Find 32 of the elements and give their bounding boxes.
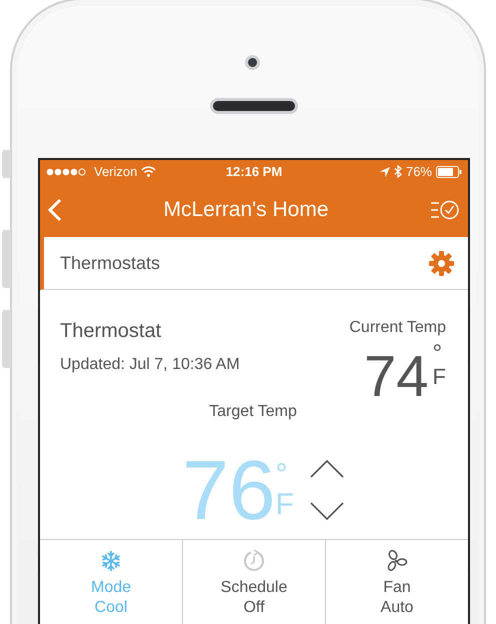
- list-clock-icon: [430, 200, 460, 220]
- snowflake-icon: [101, 550, 121, 572]
- back-icon: [48, 198, 62, 222]
- bluetooth-icon: [394, 165, 402, 178]
- decrease-button[interactable]: [310, 502, 344, 520]
- current-temp-value: 74: [364, 348, 429, 406]
- chevron-down-icon: [310, 502, 344, 520]
- battery-icon: [436, 166, 462, 178]
- wifi-icon: [141, 166, 156, 177]
- section-title: Thermostats: [60, 252, 162, 274]
- increase-button[interactable]: [310, 460, 344, 478]
- target-temp-value: 76: [182, 448, 276, 532]
- device-name: Thermostat: [60, 319, 162, 344]
- unit-label: F: [432, 366, 446, 388]
- degree-symbol: °: [276, 460, 289, 490]
- clock-icon: [243, 550, 265, 572]
- fan-icon: [386, 550, 408, 572]
- target-temp-label: Target Temp: [209, 403, 297, 420]
- carrier-name: Verizon: [94, 162, 138, 181]
- status-time: 12:16 PM: [226, 162, 282, 181]
- settings-button[interactable]: [429, 250, 454, 276]
- updated-time: Updated: Jul 7, 10:36 AM: [60, 355, 241, 375]
- unit-label: F: [276, 490, 294, 520]
- battery-percent: 76%: [406, 162, 432, 181]
- degree-symbol: °: [432, 342, 444, 366]
- settings-icon: [429, 250, 454, 276]
- location-arrow-icon: [380, 166, 390, 176]
- schedule-list-button[interactable]: [430, 200, 460, 220]
- current-temp-label: Current Temp: [349, 318, 446, 338]
- back-button[interactable]: [48, 198, 62, 222]
- screen-title: McLerran's Home: [162, 197, 330, 224]
- chevron-up-icon: [310, 460, 344, 478]
